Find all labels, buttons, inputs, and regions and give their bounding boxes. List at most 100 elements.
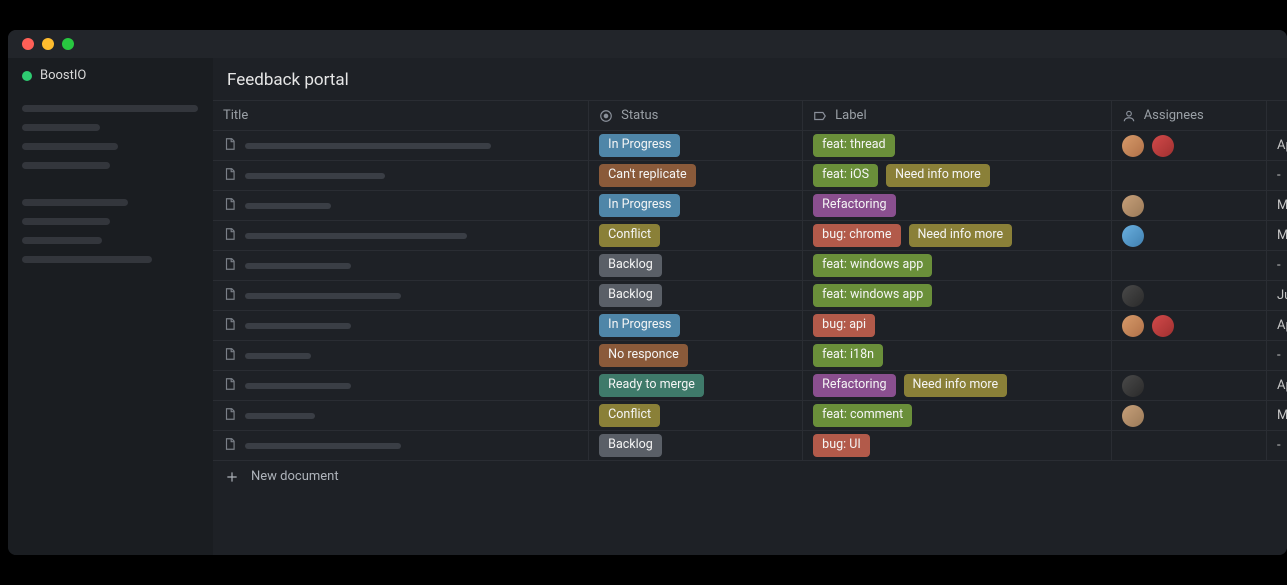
cell-label[interactable]: RefactoringNeed info more (803, 371, 1112, 400)
cell-title[interactable] (213, 371, 589, 400)
cell-assignees[interactable] (1112, 161, 1267, 190)
cell-label[interactable]: bug: api (803, 311, 1112, 340)
cell-date[interactable]: - (1267, 341, 1287, 370)
avatar[interactable] (1122, 225, 1144, 247)
cell-status[interactable]: Backlog (589, 281, 803, 310)
cell-label[interactable]: feat: thread (803, 131, 1112, 160)
row-title-placeholder (245, 323, 351, 329)
cell-assignees[interactable] (1112, 311, 1267, 340)
avatar[interactable] (1152, 135, 1174, 157)
window-close-dot[interactable] (22, 38, 34, 50)
cell-status[interactable]: Conflict (589, 221, 803, 250)
cell-assignees[interactable] (1112, 281, 1267, 310)
cell-assignees[interactable] (1112, 131, 1267, 160)
window-zoom-dot[interactable] (62, 38, 74, 50)
sidebar-item[interactable] (22, 124, 100, 131)
cell-title[interactable] (213, 131, 589, 160)
workspace-switcher[interactable]: BoostIO (22, 68, 199, 83)
workspace-name: BoostIO (40, 68, 86, 83)
cell-title[interactable] (213, 281, 589, 310)
col-status[interactable]: Status (589, 101, 803, 130)
cell-status[interactable]: No responce (589, 341, 803, 370)
avatar[interactable] (1152, 315, 1174, 337)
sidebar-item[interactable] (22, 237, 102, 244)
cell-title[interactable] (213, 161, 589, 190)
cell-label[interactable]: feat: comment (803, 401, 1112, 430)
sidebar-item[interactable] (22, 256, 152, 263)
cell-status[interactable]: Conflict (589, 401, 803, 430)
cell-title[interactable] (213, 191, 589, 220)
col-title[interactable]: Title (213, 101, 589, 130)
avatar[interactable] (1122, 405, 1144, 427)
table-row[interactable]: Ready to mergeRefactoringNeed info more A… (213, 370, 1287, 400)
cell-date[interactable]: M (1267, 191, 1287, 220)
sidebar-item[interactable] (22, 199, 128, 206)
col-title-label: Title (223, 108, 248, 123)
cell-date[interactable]: - (1267, 431, 1287, 460)
new-document-row[interactable]: New document (213, 460, 1287, 492)
cell-assignees[interactable] (1112, 431, 1267, 460)
label-pill: Refactoring (813, 374, 895, 396)
cell-label[interactable]: bug: chromeNeed info more (803, 221, 1112, 250)
cell-title[interactable] (213, 221, 589, 250)
avatar[interactable] (1122, 285, 1144, 307)
table-row[interactable]: Conflictbug: chromeNeed info more M (213, 220, 1287, 250)
cell-label[interactable]: feat: windows app (803, 251, 1112, 280)
cell-date[interactable]: - (1267, 251, 1287, 280)
cell-label[interactable]: Refactoring (803, 191, 1112, 220)
cell-title[interactable] (213, 431, 589, 460)
cell-assignees[interactable] (1112, 221, 1267, 250)
table-row[interactable]: No responce feat: i18n - (213, 340, 1287, 370)
cell-label[interactable]: feat: iOSNeed info more (803, 161, 1112, 190)
sidebar-item[interactable] (22, 162, 110, 169)
cell-status[interactable]: In Progress (589, 191, 803, 220)
col-assignees[interactable]: Assignees (1112, 101, 1267, 130)
avatar[interactable] (1122, 135, 1144, 157)
table-row[interactable]: In ProgressRefactoring M (213, 190, 1287, 220)
avatar[interactable] (1122, 195, 1144, 217)
table-row[interactable]: In Progressbug: api Ap (213, 310, 1287, 340)
col-date[interactable] (1267, 101, 1287, 130)
table-row[interactable]: In Progressfeat: thread Ap (213, 130, 1287, 160)
cell-date[interactable]: Ap (1267, 131, 1287, 160)
cell-date[interactable]: Ap (1267, 371, 1287, 400)
cell-date[interactable]: Ju (1267, 281, 1287, 310)
col-label[interactable]: Label (803, 101, 1112, 130)
cell-label[interactable]: bug: UI (803, 431, 1112, 460)
cell-title[interactable] (213, 251, 589, 280)
label-pill: feat: i18n (813, 344, 883, 366)
cell-title[interactable] (213, 341, 589, 370)
table-row[interactable]: Backlogbug: UI - (213, 430, 1287, 460)
sidebar-item[interactable] (22, 105, 198, 112)
cell-assignees[interactable] (1112, 401, 1267, 430)
cell-status[interactable]: In Progress (589, 311, 803, 340)
cell-title[interactable] (213, 311, 589, 340)
table-row[interactable]: Conflictfeat: comment M (213, 400, 1287, 430)
cell-assignees[interactable] (1112, 191, 1267, 220)
cell-status[interactable]: Ready to merge (589, 371, 803, 400)
cell-date[interactable]: M (1267, 221, 1287, 250)
cell-assignees[interactable] (1112, 251, 1267, 280)
sidebar-item[interactable] (22, 218, 110, 225)
row-title-placeholder (245, 443, 401, 449)
cell-label[interactable]: feat: i18n (803, 341, 1112, 370)
sidebar-item[interactable] (22, 143, 118, 150)
window-minimize-dot[interactable] (42, 38, 54, 50)
table-row[interactable]: Can't replicatefeat: iOSNeed info more - (213, 160, 1287, 190)
avatar[interactable] (1122, 315, 1144, 337)
cell-status[interactable]: Can't replicate (589, 161, 803, 190)
date-value: Ap (1277, 138, 1287, 153)
cell-label[interactable]: feat: windows app (803, 281, 1112, 310)
cell-title[interactable] (213, 401, 589, 430)
table-row[interactable]: Backlogfeat: windows app - (213, 250, 1287, 280)
avatar[interactable] (1122, 375, 1144, 397)
cell-status[interactable]: In Progress (589, 131, 803, 160)
cell-status[interactable]: Backlog (589, 251, 803, 280)
cell-status[interactable]: Backlog (589, 431, 803, 460)
cell-date[interactable]: - (1267, 161, 1287, 190)
cell-assignees[interactable] (1112, 371, 1267, 400)
table-row[interactable]: Backlogfeat: windows app Ju (213, 280, 1287, 310)
cell-date[interactable]: Ap (1267, 311, 1287, 340)
cell-assignees[interactable] (1112, 341, 1267, 370)
cell-date[interactable]: M (1267, 401, 1287, 430)
